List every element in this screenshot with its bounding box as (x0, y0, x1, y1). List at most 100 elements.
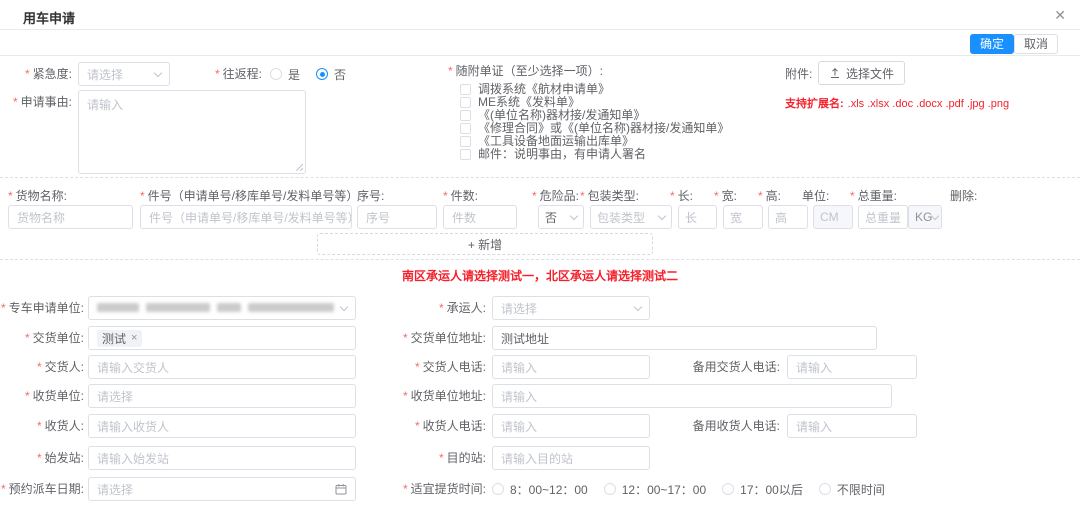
cargo-package-select[interactable]: 包装类型 (590, 205, 672, 229)
receiver-input[interactable]: 请输入收货人 (88, 414, 356, 438)
add-cargo-row-button[interactable]: + 新增 (317, 233, 653, 255)
document-checkbox-item[interactable]: 邮件：说明事由，有申请人署名 (460, 148, 729, 161)
chevron-down-icon (634, 302, 642, 310)
roundtrip-yes-radio[interactable]: 是 (270, 66, 300, 83)
dispatch-date-picker[interactable]: 请选择 (88, 477, 356, 501)
pickup-time-option[interactable]: 8：00~12：00 (492, 481, 588, 498)
radio-icon (270, 68, 282, 80)
cargo-height-input[interactable]: 高 (768, 205, 808, 229)
selected-tag: 测试 × (97, 330, 142, 347)
cargo-package-header: 包装类型: (580, 189, 639, 203)
cargo-length-input[interactable]: 长 (678, 205, 717, 229)
delivery-unit-select[interactable]: 测试 × (88, 326, 356, 350)
choose-file-button[interactable]: 选择文件 (818, 61, 905, 85)
pickup-time-option[interactable]: 不限时间 (819, 481, 885, 498)
destination-label: 目的站: (360, 451, 486, 465)
receiver-label: 收货人: (0, 419, 84, 433)
cargo-length-header: 长: (670, 189, 693, 203)
carrier-notice-text: 南区承运人请选择测试一，北区承运人请选择测试二 (0, 267, 1080, 284)
cargo-danger-header: 危险品: (532, 189, 579, 203)
delivery-address-label: 交货单位地址: (360, 331, 486, 345)
deliverer-phone-label: 交货人电话: (360, 360, 486, 374)
cargo-name-input[interactable]: 货物名称 (8, 205, 133, 229)
roundtrip-radio-group: 是 否 (270, 62, 346, 86)
page-title: 用车申请 (23, 8, 75, 27)
roundtrip-no-radio[interactable]: 否 (316, 66, 346, 83)
cargo-serial-input[interactable]: 序号 (357, 205, 437, 229)
backup-receiver-phone-input[interactable]: 请输入 (787, 414, 917, 438)
cargo-part-header: 件号（申请单号/移库单号/发料单号等）: (140, 189, 362, 203)
receive-address-label: 收货单位地址: (360, 389, 486, 403)
urgency-select[interactable]: 请选择 (78, 62, 170, 86)
dispatch-date-label: 预约派车日期: (0, 482, 84, 496)
roundtrip-label: 往返程: (200, 67, 262, 81)
pickup-time-option[interactable]: 17：00以后 (722, 481, 803, 498)
redacted-value (97, 301, 341, 315)
destination-input[interactable]: 请输入目的站 (492, 446, 650, 470)
cargo-danger-select[interactable]: 否 (538, 205, 584, 229)
resize-handle-icon[interactable] (295, 163, 303, 171)
chevron-down-icon (154, 68, 162, 76)
cargo-unit-input: CM (813, 205, 853, 229)
upload-icon (829, 67, 841, 79)
special-unit-select[interactable] (88, 296, 356, 320)
special-unit-label: 专车申请单位: (0, 301, 84, 315)
section-divider (0, 259, 1080, 260)
checkbox-icon (460, 123, 471, 134)
dialog-header: 用车申请 ✕ (0, 0, 1080, 30)
backup-deliverer-phone-label: 备用交货人电话: (650, 360, 780, 374)
receive-unit-select[interactable]: 请选择 (88, 384, 356, 408)
receive-address-input[interactable]: 请输入 (492, 384, 892, 408)
cargo-part-input[interactable]: 件号（申请单号/移库单号/发料单号等） (140, 205, 352, 229)
dialog-toolbar: 确定 取消 (0, 30, 1080, 56)
cargo-qty-header: 件数: (443, 189, 478, 203)
checkbox-icon (460, 149, 471, 160)
cargo-serial-header: 序号: (357, 189, 384, 203)
tag-close-icon[interactable]: × (131, 332, 137, 344)
documents-label: 随附单证（至少选择一项）: (448, 64, 603, 78)
cargo-name-header: 货物名称: (8, 189, 67, 203)
receiver-phone-label: 收货人电话: (360, 419, 486, 433)
deliverer-phone-input[interactable]: 请输入 (492, 355, 650, 379)
documents-checkbox-group: 调拨系统《航材申请单》 ME系统《发料单》 《(单位名称)器材接/发通知单》 《… (460, 83, 729, 161)
cargo-unit-header: 单位: (802, 189, 829, 203)
radio-icon (819, 483, 831, 495)
radio-selected-icon (316, 68, 328, 80)
chevron-down-icon (931, 211, 939, 219)
close-icon[interactable]: ✕ (1054, 7, 1066, 23)
confirm-button[interactable]: 确定 (970, 34, 1014, 54)
extension-hint: 支持扩展名:.xls .xlsx .doc .docx .pdf .jpg .p… (785, 95, 1009, 111)
receiver-phone-input[interactable]: 请输入 (492, 414, 650, 438)
radio-icon (492, 483, 504, 495)
backup-deliverer-phone-input[interactable]: 请输入 (787, 355, 917, 379)
calendar-icon (335, 483, 347, 495)
chevron-down-icon (340, 302, 348, 310)
delivery-unit-label: 交货单位: (0, 331, 84, 345)
cargo-weight-unit-select[interactable]: KG (908, 205, 942, 229)
cargo-weight-header: 总重量: (850, 189, 897, 203)
checkbox-icon (460, 84, 471, 95)
carrier-select[interactable]: 请选择 (492, 296, 650, 320)
vehicle-request-dialog: 用车申请 ✕ 确定 取消 紧急度: 请选择 往返程: 是 否 申请事由: 请输入… (0, 0, 1080, 515)
cargo-weight-input[interactable]: 总重量 (858, 205, 908, 229)
delivery-address-input[interactable]: 测试地址 (492, 326, 877, 350)
checkbox-icon (460, 136, 471, 147)
cargo-qty-input[interactable]: 件数 (443, 205, 517, 229)
origin-input[interactable]: 请输入始发站 (88, 446, 356, 470)
attachment-label: 附件: (785, 67, 812, 81)
cancel-button[interactable]: 取消 (1014, 34, 1058, 54)
checkbox-icon (460, 97, 471, 108)
pickup-time-radio-group: 8：00~12：00 12：00~17：00 17：00以后 不限时间 (492, 477, 885, 501)
deliverer-label: 交货人: (0, 360, 84, 374)
checkbox-icon (460, 110, 471, 121)
chevron-down-icon (658, 211, 666, 219)
reason-label: 申请事由: (0, 95, 72, 109)
deliverer-input[interactable]: 请输入交货人 (88, 355, 356, 379)
receive-unit-label: 收货单位: (0, 389, 84, 403)
urgency-label: 紧急度: (0, 67, 72, 81)
carrier-label: 承运人: (360, 301, 486, 315)
pickup-time-option[interactable]: 12：00~17：00 (604, 481, 706, 498)
cargo-width-input[interactable]: 宽 (723, 205, 763, 229)
reason-textarea[interactable]: 请输入 (78, 90, 306, 174)
section-divider (0, 177, 1080, 178)
